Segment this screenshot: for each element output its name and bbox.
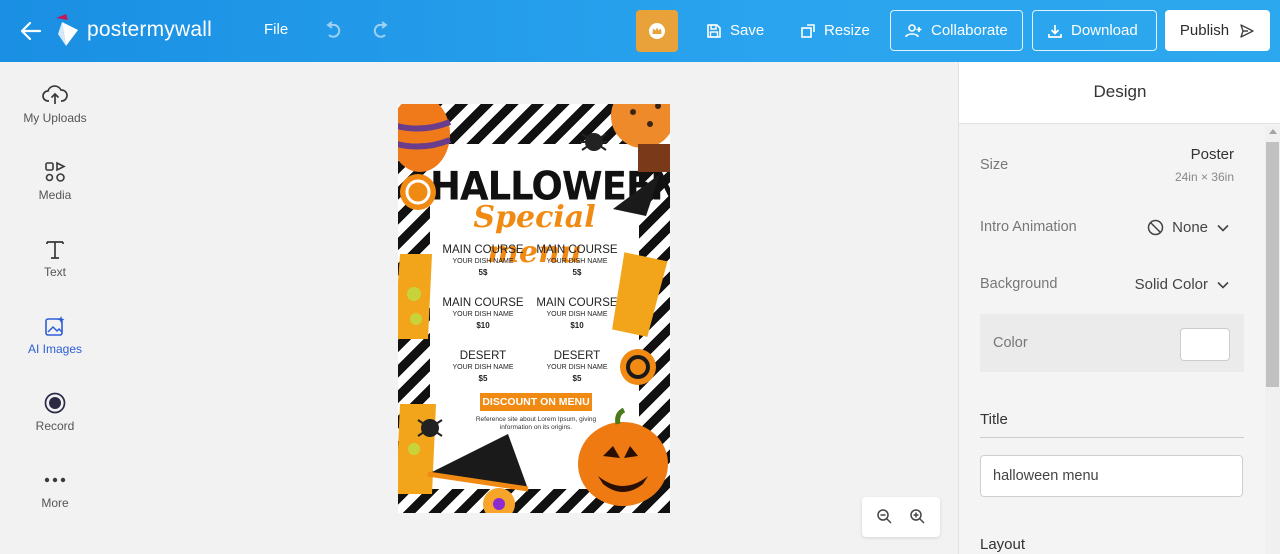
spider-icon (580, 133, 608, 151)
save-button[interactable]: Save (692, 10, 778, 51)
size-value-name: Poster (1190, 146, 1234, 163)
zoom-controls (862, 497, 940, 537)
top-toolbar: postermywall File Save Resize Collaborat… (0, 0, 1280, 62)
scroll-up-arrow-icon[interactable] (1269, 129, 1277, 134)
pumpkin-icon (578, 407, 668, 506)
resize-icon (801, 23, 815, 38)
title-label: Title (980, 411, 1008, 428)
save-icon (707, 23, 721, 38)
spider-icon (417, 419, 443, 437)
add-user-icon (905, 23, 922, 37)
redo-icon[interactable] (370, 19, 392, 41)
size-label: Size (980, 157, 1009, 173)
zoom-out-icon[interactable] (876, 508, 894, 526)
sidebar-item-label: More (41, 496, 69, 510)
size-value-dims: 24in × 36in (1174, 170, 1234, 184)
sidebar-item-ai-images[interactable]: AI Images (0, 313, 110, 356)
layout-label: Layout (980, 536, 1026, 553)
design-panel-title: Design (959, 62, 1280, 124)
poster-decorations (398, 104, 670, 513)
download-icon (1048, 24, 1062, 38)
intro-animation-label: Intro Animation (980, 219, 1077, 235)
cookie-icon (611, 104, 670, 148)
record-icon (42, 390, 68, 416)
publish-label: Publish (1179, 22, 1230, 39)
poster-canvas[interactable]: HALLOWEEN Special menu MAIN COURSE YOUR … (398, 104, 670, 513)
witch-hat-icon (613, 174, 660, 216)
save-label: Save (730, 22, 765, 39)
size-value[interactable]: Poster 24in × 36in (1175, 146, 1234, 184)
balloon-icon (398, 104, 450, 172)
publish-button[interactable]: Publish (1165, 10, 1270, 51)
sidebar-item-label: AI Images (27, 342, 83, 356)
resize-button[interactable]: Resize (786, 10, 884, 51)
sidebar-item-media[interactable]: Media (0, 159, 110, 202)
sidebar-item-text[interactable]: Text (0, 236, 110, 279)
logo-icon (56, 14, 78, 46)
sidebar-item-record[interactable]: Record (0, 390, 110, 433)
download-label: Download (1071, 22, 1138, 39)
undo-icon[interactable] (322, 19, 344, 41)
background-dropdown[interactable]: Solid Color (1135, 276, 1230, 293)
sidebar-item-label: Record (35, 419, 75, 433)
resize-label: Resize (824, 22, 870, 39)
file-menu[interactable]: File (264, 21, 288, 38)
color-label: Color (993, 335, 1028, 351)
chevron-down-icon (1217, 224, 1229, 232)
background-value: Solid Color (1134, 276, 1208, 293)
panel-scrollbar[interactable] (1265, 126, 1280, 554)
sidebar-item-label: Media (38, 188, 72, 202)
send-icon (1240, 23, 1254, 38)
media-icon (42, 159, 68, 185)
sidebar-item-more[interactable]: More (0, 467, 110, 510)
cupcake-icon (638, 144, 670, 172)
design-panel: Design Size Poster 24in × 36in Intro Ani… (958, 62, 1280, 554)
chevron-down-icon (1217, 281, 1229, 289)
crown-icon (649, 23, 665, 39)
logo-text: postermywall (87, 18, 212, 41)
back-arrow-icon[interactable] (18, 19, 44, 43)
text-icon (42, 236, 68, 262)
cloud-upload-icon (42, 82, 68, 108)
premium-button[interactable] (636, 10, 678, 52)
logo[interactable]: postermywall (52, 12, 212, 48)
intro-animation-dropdown[interactable]: None (1147, 219, 1230, 236)
sidebar-item-my-uploads[interactable]: My Uploads (0, 82, 110, 125)
none-icon (1147, 219, 1164, 236)
ai-images-icon (42, 313, 68, 339)
zoom-in-icon[interactable] (909, 508, 927, 526)
color-swatch[interactable] (1180, 328, 1230, 361)
title-input[interactable] (980, 455, 1243, 497)
color-row: Color (980, 314, 1244, 372)
divider (980, 437, 1244, 438)
download-button[interactable]: Download (1032, 10, 1157, 51)
collaborate-button[interactable]: Collaborate (890, 10, 1023, 51)
collaborate-label: Collaborate (931, 22, 1008, 39)
background-label: Background (980, 276, 1058, 292)
sidebar-item-label: Text (43, 265, 66, 279)
left-sidebar: My Uploads Media Text AI Images Record M… (0, 62, 110, 554)
more-icon (42, 467, 68, 493)
intro-animation-value: None (1172, 219, 1208, 236)
scroll-thumb[interactable] (1266, 142, 1279, 387)
lollipop-icon (620, 349, 656, 385)
sidebar-item-label: My Uploads (23, 111, 87, 125)
